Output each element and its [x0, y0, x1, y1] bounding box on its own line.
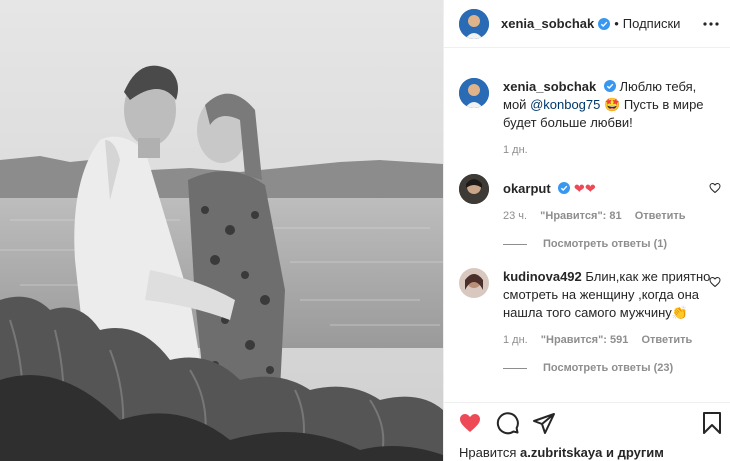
avatar-image — [459, 174, 489, 204]
comment-item: kudinova492 Блин,как же приятно смотреть… — [459, 268, 721, 374]
caption-time[interactable]: 1 дн. — [503, 144, 528, 156]
post-header: xenia_sobchak • Подписки — [444, 0, 730, 48]
comment-likes[interactable]: "Нравится": 81 — [540, 210, 621, 222]
comment-meta: 23 ч. "Нравится": 81 Ответить — [503, 210, 721, 222]
comment-icon[interactable] — [496, 411, 520, 435]
following-button[interactable]: Подписки — [623, 16, 681, 31]
caption-emoji: 🤩 — [604, 97, 621, 112]
comment-time[interactable]: 23 ч. — [503, 210, 527, 222]
post-photo[interactable] — [0, 0, 443, 461]
verified-badge-icon — [598, 17, 611, 30]
caption-meta: 1 дн. — [503, 144, 721, 156]
likes-summary: Нравится a.zubritskaya и другим — [459, 445, 664, 460]
commenter-avatar[interactable] — [459, 268, 489, 298]
author-avatar[interactable] — [459, 8, 489, 39]
comments-list[interactable]: xenia_sobchak Люблю тебя, мой @konbog75 … — [444, 48, 730, 402]
likes-prefix: Нравится — [459, 445, 517, 460]
comment-text: okarput ❤❤ — [503, 174, 721, 198]
caption-username[interactable]: xenia_sobchak — [503, 79, 596, 94]
caption-mention[interactable]: @konbog75 — [530, 97, 600, 112]
post-side-panel: xenia_sobchak • Подписки xenia_sobchak Л… — [443, 0, 730, 461]
bookmark-icon[interactable] — [700, 411, 724, 435]
comment-text: kudinova492 Блин,как же приятно смотреть… — [503, 268, 721, 322]
comment-body: ❤❤ — [573, 181, 596, 196]
more-options-icon[interactable] — [703, 16, 719, 32]
view-replies-label: Посмотреть ответы (23) — [543, 362, 674, 374]
likes-user[interactable]: a.zubritskaya — [520, 445, 602, 460]
post-image — [0, 0, 443, 461]
verified-badge-icon — [558, 182, 571, 194]
separator-dot: • — [614, 16, 619, 31]
replies-divider — [503, 367, 527, 369]
likes-suffix[interactable]: и другим — [606, 445, 664, 460]
share-icon[interactable] — [532, 411, 556, 435]
avatar-image — [459, 268, 489, 298]
comment-item: okarput ❤❤ 23 ч. "Нравится": 81 Ответить… — [459, 174, 721, 250]
replies-divider — [503, 243, 527, 245]
verified-badge-icon — [603, 80, 616, 92]
like-comment-heart-icon[interactable] — [709, 182, 721, 194]
view-replies-button[interactable]: Посмотреть ответы (23) — [503, 362, 721, 374]
comment-time[interactable]: 1 дн. — [503, 334, 528, 346]
caption-text: xenia_sobchak Люблю тебя, мой @konbog75 … — [503, 78, 721, 132]
like-comment-heart-icon[interactable] — [709, 276, 721, 288]
post-actions: Нравится a.zubritskaya и другим — [444, 402, 730, 461]
comment-emoji: 👏 — [671, 305, 688, 320]
comment-likes[interactable]: "Нравится": 591 — [541, 334, 629, 346]
comment-username[interactable]: kudinova492 — [503, 269, 582, 284]
post-caption: xenia_sobchak Люблю тебя, мой @konbog75 … — [459, 78, 721, 156]
view-replies-label: Посмотреть ответы (1) — [543, 238, 668, 250]
reply-button[interactable]: Ответить — [641, 334, 692, 346]
reply-button[interactable]: Ответить — [635, 210, 686, 222]
author-username[interactable]: xenia_sobchak — [501, 16, 594, 31]
caption-author-avatar[interactable] — [459, 78, 489, 108]
view-replies-button[interactable]: Посмотреть ответы (1) — [503, 238, 721, 250]
avatar-image — [459, 78, 489, 108]
heart-icon[interactable] — [458, 411, 482, 435]
avatar-image — [459, 8, 489, 39]
comment-username[interactable]: okarput — [503, 181, 551, 196]
commenter-avatar[interactable] — [459, 174, 489, 204]
comment-meta: 1 дн. "Нравится": 591 Ответить — [503, 334, 721, 346]
